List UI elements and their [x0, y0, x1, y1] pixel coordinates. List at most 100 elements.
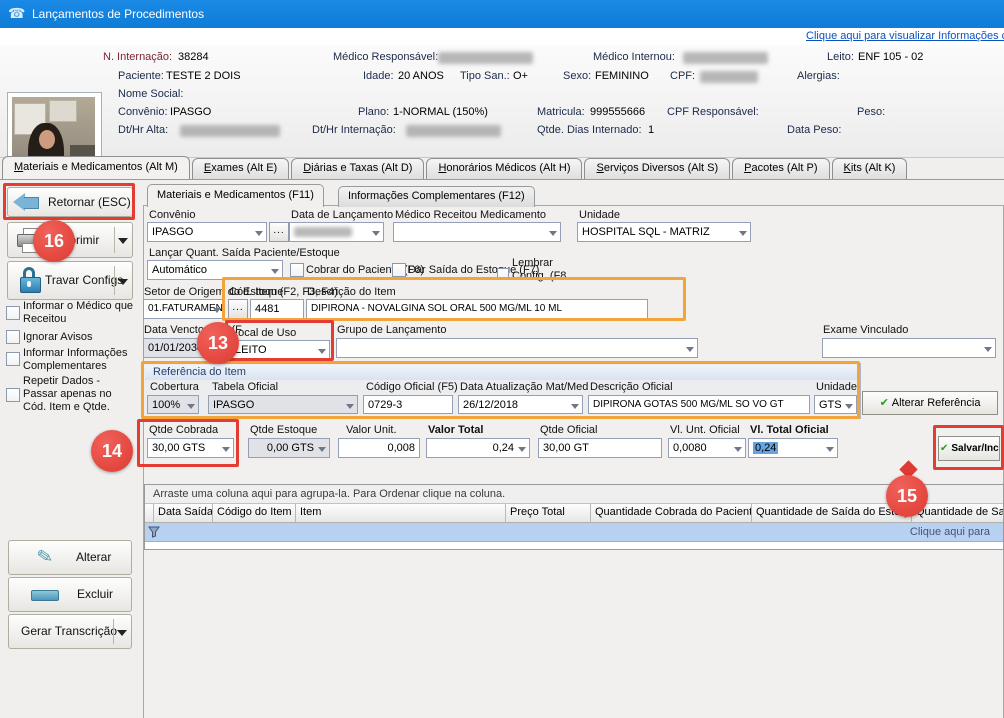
- grupo-lancamento-combo[interactable]: [336, 338, 698, 358]
- col-item[interactable]: Item: [296, 504, 506, 523]
- nome-social-label: Nome Social:: [118, 88, 183, 100]
- cod-item-input[interactable]: 4481: [250, 299, 304, 319]
- col-data-saida[interactable]: Data Saída: [154, 504, 213, 523]
- data-atualizacao-combo[interactable]: 26/12/2018: [458, 395, 583, 414]
- data-peso-label: Data Peso:: [787, 124, 841, 136]
- data-vencto-input[interactable]: 01/01/2030: [143, 338, 227, 358]
- vl-total-oficial-combo[interactable]: 0,24: [748, 438, 838, 458]
- paciente-value: TESTE 2 DOIS: [166, 70, 241, 82]
- tab-diarias-taxas[interactable]: Diárias e Taxas (Alt D): [291, 158, 424, 179]
- gerar-transcricao-button[interactable]: Gerar Transcrição: [8, 614, 132, 649]
- tab-kits[interactable]: Kits (Alt K): [832, 158, 908, 179]
- check-icon: ✔: [880, 397, 889, 409]
- eraser-icon: [31, 590, 59, 601]
- cpf-value-redacted: [700, 71, 758, 83]
- padlock-icon: [19, 267, 41, 293]
- medico-responsavel-label: Médico Responsável:: [333, 51, 438, 63]
- cobertura-combo[interactable]: 100%: [147, 395, 199, 414]
- informar-medico-checkbox[interactable]: [6, 306, 20, 320]
- descricao-oficial-input[interactable]: DIPIRONA GOTAS 500 MG/ML SO VO GT: [588, 395, 810, 414]
- salvar-incluir-button[interactable]: ✔Salvar/Incluir: [938, 436, 1000, 461]
- dthr-internacao-value-redacted: [406, 125, 501, 137]
- codigo-oficial-input[interactable]: 0729-3: [363, 395, 453, 414]
- unidade-oficial-combo[interactable]: GTS: [814, 395, 857, 414]
- travar-dropdown-arrow[interactable]: [118, 279, 128, 285]
- unidade-combo[interactable]: HOSPITAL SQL - MATRIZ: [577, 222, 751, 242]
- lancar-quant-combo[interactable]: Automático: [147, 260, 283, 280]
- unidade-oficial-label: Unidade: [816, 381, 857, 393]
- data-lancamento-label: Data de Lançamento: [291, 209, 393, 221]
- travar-configs-button[interactable]: Travar Configs: [7, 261, 133, 300]
- col-preco-total[interactable]: Preço Total: [506, 504, 591, 523]
- alterar-referencia-button[interactable]: ✔Alterar Referência: [862, 391, 998, 415]
- visualizar-informacoes-link[interactable]: Clique aqui para visualizar Informações …: [806, 30, 1004, 42]
- exame-vinculado-combo[interactable]: [822, 338, 996, 358]
- tabela-oficial-label: Tabela Oficial: [212, 381, 278, 393]
- idade-label: Idade:: [363, 70, 394, 82]
- title-bar: ☎ Lançamentos de Procedimentos: [0, 0, 1004, 28]
- medico-receitou-combo[interactable]: [393, 222, 561, 242]
- tab-informacoes-f12[interactable]: Informações Complementares (F12): [338, 186, 535, 207]
- convenio-header-value: IPASGO: [170, 106, 211, 118]
- setor-origem-combo[interactable]: 01.FATURAMENTO (VIR: [143, 299, 225, 319]
- col-qtd-cobrada-paciente[interactable]: Quantidade Cobrada do Paciente: [591, 504, 752, 523]
- valor-unit-label: Valor Unit.: [346, 424, 397, 436]
- tab-exames[interactable]: Exames (Alt E): [192, 158, 289, 179]
- dar-saida-checkbox[interactable]: [392, 263, 406, 277]
- tab-honorarios-medicos[interactable]: Honorários Médicos (Alt H): [426, 158, 582, 179]
- imprimir-button[interactable]: Imprimir: [7, 222, 133, 258]
- convenio-browse-button[interactable]: ...: [269, 222, 289, 242]
- qtde-oficial-input[interactable]: 30,00 GT: [538, 438, 662, 458]
- convenio-combo[interactable]: IPASGO: [147, 222, 267, 242]
- convenio-label: Convênio: [149, 209, 195, 221]
- cobrar-paciente-label: Cobrar do Paciente (F6): [306, 264, 424, 276]
- excluir-button[interactable]: Excluir: [8, 577, 132, 612]
- dthr-alta-label: Dt/Hr Alta:: [118, 124, 168, 136]
- valor-unit-input[interactable]: 0,008: [338, 438, 420, 458]
- vl-unt-oficial-combo[interactable]: 0,0080: [668, 438, 746, 458]
- col-qtd-saida-estoque[interactable]: Quantidade de Saída do Estoque: [752, 504, 912, 523]
- gerar-dropdown-arrow[interactable]: [117, 630, 127, 636]
- app-window: ☎ Lançamentos de Procedimentos Clique aq…: [0, 0, 1004, 718]
- cod-item-browse-button[interactable]: ...: [228, 299, 248, 319]
- cobrar-paciente-checkbox[interactable]: [290, 263, 304, 277]
- tipo-san-value: O+: [513, 70, 528, 82]
- qtde-cobrada-combo[interactable]: 30,00 GTS: [147, 438, 234, 458]
- descricao-oficial-label: Descrição Oficial: [590, 381, 673, 393]
- cpf-responsavel-label: CPF Responsável:: [667, 106, 759, 118]
- imprimir-dropdown-arrow[interactable]: [118, 238, 128, 244]
- grid-filter-row[interactable]: Clique aqui para: [145, 523, 1003, 542]
- qtde-estoque-label: Qtde Estoque: [250, 424, 317, 436]
- valor-total-combo[interactable]: 0,24: [426, 438, 530, 458]
- check-icon: ✔: [940, 443, 948, 454]
- tabela-oficial-combo[interactable]: IPASGO: [208, 395, 358, 414]
- informar-informacoes-checkbox[interactable]: [6, 352, 20, 366]
- descricao-item-label: Descrição do Item: [307, 286, 396, 298]
- tab-materiais-f11[interactable]: Materiais e Medicamentos (F11): [147, 184, 324, 207]
- tab-servicos-diversos[interactable]: Serviços Diversos (Alt S): [584, 158, 730, 179]
- plano-label: Plano:: [358, 106, 389, 118]
- local-uso-combo[interactable]: LEITO: [230, 340, 330, 360]
- repetir-dados-label: Repetir Dados - Passar apenas no Cód. It…: [23, 375, 135, 414]
- tab-materiais-medicamentos[interactable]: Materiais e Medicamentos (Alt M): [2, 156, 190, 179]
- link-bar: Clique aqui para visualizar Informações …: [0, 28, 1004, 45]
- alterar-button[interactable]: ✎ Alterar: [8, 540, 132, 575]
- retornar-button[interactable]: Retornar (ESC): [7, 187, 133, 217]
- col-qtd-sa[interactable]: Quantidade de Sa: [912, 504, 1003, 523]
- ignorar-avisos-checkbox[interactable]: [6, 330, 20, 344]
- pencil-icon: ✎: [35, 545, 55, 570]
- grid-group-panel[interactable]: Arraste uma coluna aqui para agrupa-la. …: [145, 485, 1003, 504]
- tab-pacotes[interactable]: Pacotes (Alt P): [732, 158, 829, 179]
- col-codigo-item[interactable]: Código do Item: [213, 504, 296, 523]
- leito-value: ENF 105 - 02: [858, 51, 923, 63]
- n-internacao-label: N. Internação:: [103, 51, 172, 63]
- alergias-label: Alergias:: [797, 70, 840, 82]
- repetir-dados-checkbox[interactable]: [6, 388, 20, 402]
- lembrar-config-checkbox[interactable]: [497, 268, 509, 280]
- app-icon: ☎: [8, 5, 25, 22]
- convenio-header-label: Convênio:: [118, 106, 168, 118]
- dthr-internacao-label: Dt/Hr Internação:: [312, 124, 396, 136]
- descricao-item-input[interactable]: DIPIRONA - NOVALGINA SOL ORAL 500 MG/ML …: [306, 299, 648, 319]
- qtde-estoque-combo[interactable]: 0,00 GTS: [248, 438, 330, 458]
- lancamentos-grid: Arraste uma coluna aqui para agrupa-la. …: [144, 484, 1004, 550]
